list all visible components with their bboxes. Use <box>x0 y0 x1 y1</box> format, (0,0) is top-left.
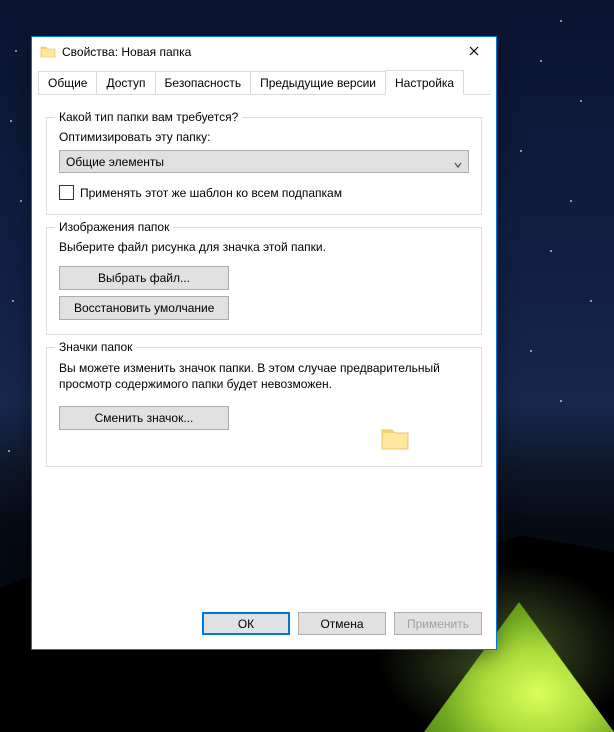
tab-label: Предыдущие версии <box>260 76 376 90</box>
groupbox-folder-pictures: Изображения папок Выберите файл рисунка … <box>46 227 482 335</box>
groupbox-legend: Какой тип папки вам требуется? <box>55 110 242 124</box>
optimize-label: Оптимизировать эту папку: <box>59 130 469 144</box>
tab-previous-versions[interactable]: Предыдущие версии <box>250 71 386 95</box>
tab-sharing[interactable]: Доступ <box>96 71 155 95</box>
apply-button: Применить <box>394 612 482 635</box>
cancel-button[interactable]: Отмена <box>298 612 386 635</box>
tab-customize[interactable]: Настройка <box>385 70 464 95</box>
tab-strip: Общие Доступ Безопасность Предыдущие вер… <box>32 67 496 95</box>
tab-label: Безопасность <box>165 76 242 90</box>
tab-panel-customize: Какой тип папки вам требуется? Оптимизир… <box>32 95 496 477</box>
button-label: Применить <box>407 617 469 631</box>
close-icon <box>469 45 479 59</box>
button-label: Сменить значок... <box>95 411 194 425</box>
window-title: Свойства: Новая папка <box>62 45 451 59</box>
change-icon-button[interactable]: Сменить значок... <box>59 406 229 430</box>
folder-icon <box>40 44 56 60</box>
chevron-down-icon <box>454 158 462 166</box>
tab-general[interactable]: Общие <box>38 71 97 95</box>
combo-value: Общие элементы <box>66 155 164 169</box>
choose-file-button[interactable]: Выбрать файл... <box>59 266 229 290</box>
tab-label: Доступ <box>106 76 145 90</box>
checkbox-label: Применять этот же шаблон ко всем подпапк… <box>80 186 342 200</box>
ok-button[interactable]: ОК <box>202 612 290 635</box>
desktop-background: Свойства: Новая папка Общие Доступ Безоп… <box>0 0 614 732</box>
groupbox-legend: Значки папок <box>55 340 136 354</box>
folder-icon-preview <box>379 422 411 454</box>
titlebar: Свойства: Новая папка <box>32 37 496 67</box>
tab-label: Настройка <box>395 76 454 90</box>
restore-default-button[interactable]: Восстановить умолчание <box>59 296 229 320</box>
groupbox-folder-icons: Значки папок Вы можете изменить значок п… <box>46 347 482 467</box>
button-label: Выбрать файл... <box>98 271 190 285</box>
optimize-combobox[interactable]: Общие элементы <box>59 150 469 173</box>
icon-description: Вы можете изменить значок папки. В этом … <box>59 360 469 392</box>
dialog-button-row: ОК Отмена Применить <box>202 612 482 635</box>
tab-label: Общие <box>48 76 87 90</box>
picture-description: Выберите файл рисунка для значка этой па… <box>59 240 469 254</box>
button-label: ОК <box>238 617 254 631</box>
checkbox-box <box>59 185 74 200</box>
button-label: Отмена <box>320 617 363 631</box>
button-label: Восстановить умолчание <box>74 301 214 315</box>
groupbox-folder-type: Какой тип папки вам требуется? Оптимизир… <box>46 117 482 215</box>
tab-security[interactable]: Безопасность <box>155 71 252 95</box>
close-button[interactable] <box>451 37 496 67</box>
apply-to-subfolders-checkbox[interactable]: Применять этот же шаблон ко всем подпапк… <box>59 185 469 200</box>
groupbox-legend: Изображения папок <box>55 220 173 234</box>
properties-dialog: Свойства: Новая папка Общие Доступ Безоп… <box>31 36 497 650</box>
